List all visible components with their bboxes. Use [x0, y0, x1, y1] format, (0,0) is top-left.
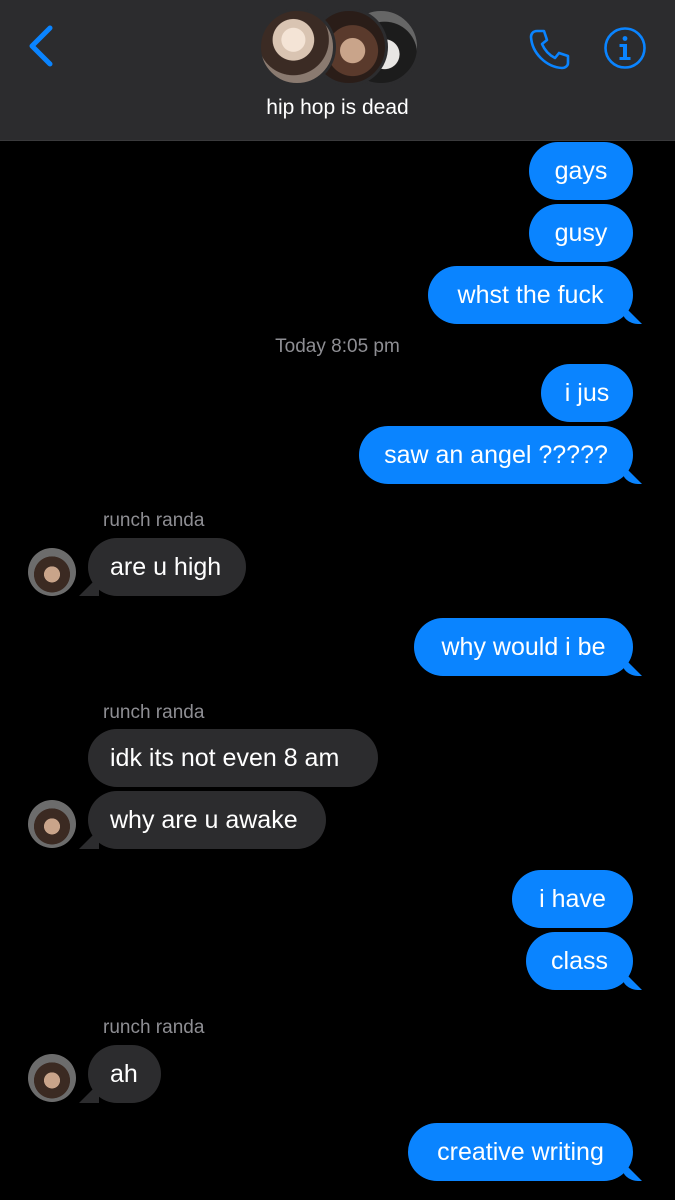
avatar[interactable] — [28, 800, 76, 848]
outgoing-message[interactable]: class — [526, 932, 633, 990]
info-icon[interactable] — [603, 26, 647, 70]
sender-name: runch randa — [103, 1017, 205, 1038]
incoming-message[interactable]: why are u awake — [88, 791, 326, 849]
sender-name: runch randa — [103, 510, 205, 531]
avatar — [258, 8, 336, 86]
avatar[interactable] — [28, 1054, 76, 1102]
outgoing-message[interactable]: gays — [529, 142, 633, 200]
incoming-message[interactable]: idk its not even 8 am — [88, 729, 378, 787]
sender-name: runch randa — [103, 702, 205, 723]
outgoing-message[interactable]: creative writing — [408, 1123, 633, 1181]
outgoing-message[interactable]: why would i be — [414, 618, 633, 676]
outgoing-message[interactable]: saw an angel ????? — [359, 426, 633, 484]
incoming-message[interactable]: ah — [88, 1045, 161, 1103]
conversation-header: hip hop is dead — [0, 0, 675, 141]
avatar[interactable] — [28, 548, 76, 596]
incoming-message[interactable]: are u high — [88, 538, 246, 596]
outgoing-message[interactable]: gusy — [529, 204, 633, 262]
outgoing-message[interactable]: i jus — [541, 364, 633, 422]
timestamp: Today 8:05 pm — [275, 336, 400, 357]
outgoing-message[interactable]: whst the fuck — [428, 266, 633, 324]
outgoing-message[interactable]: i have — [512, 870, 633, 928]
phone-icon[interactable] — [527, 26, 573, 72]
group-name[interactable]: hip hop is dead — [0, 96, 675, 120]
chevron-left-icon[interactable] — [22, 22, 62, 70]
group-avatars[interactable] — [258, 4, 420, 86]
